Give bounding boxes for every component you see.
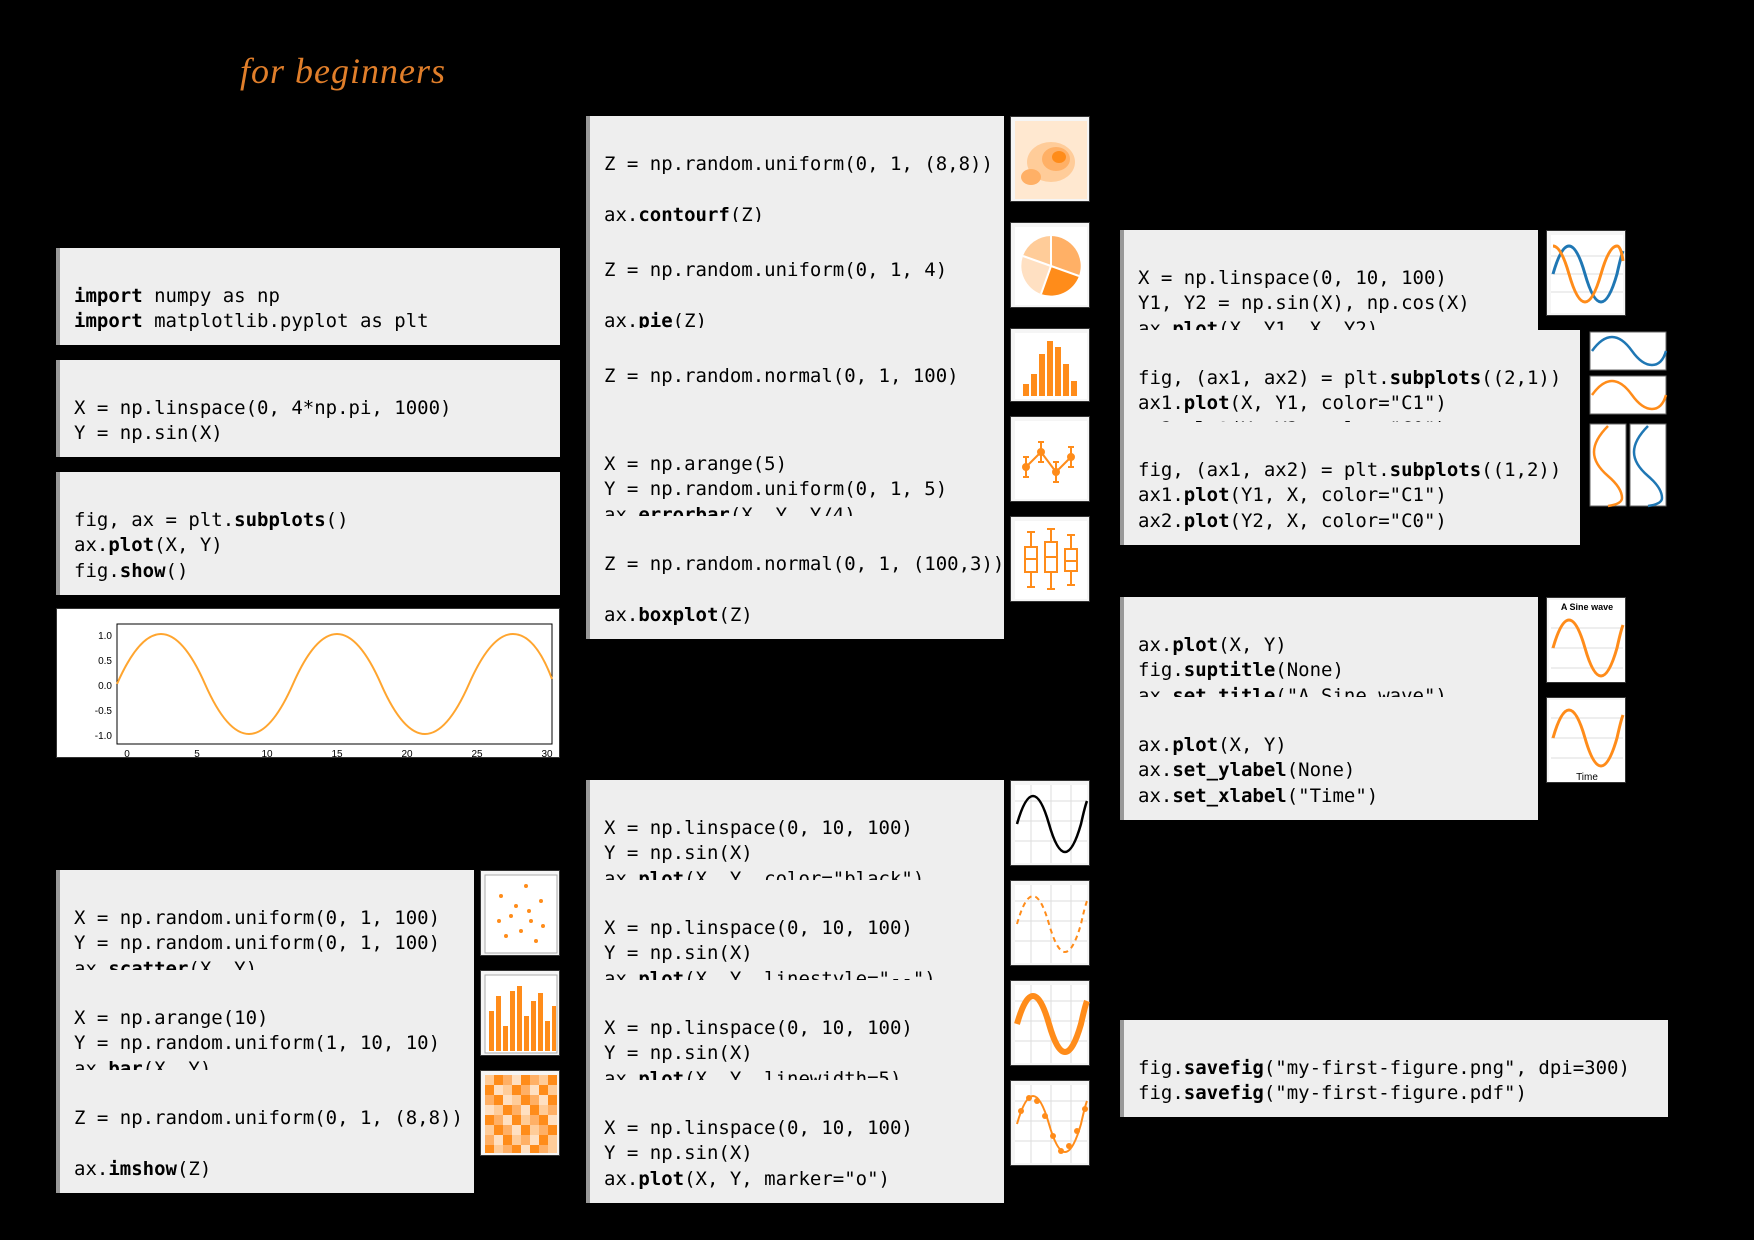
thumb-contourf bbox=[1010, 116, 1090, 202]
thumb-hist bbox=[1010, 328, 1090, 402]
thumb-linewidth bbox=[1010, 980, 1090, 1066]
thumb-marker bbox=[1010, 1080, 1090, 1166]
xtick: 5 bbox=[194, 749, 200, 759]
code-pie: Z = np.random.uniform(0, 1, 4) ax.pie(Z) bbox=[586, 222, 1004, 345]
thumb-xlabel: Time bbox=[1546, 697, 1626, 783]
code-subplots12: fig, (ax1, ax2) = plt.subplots((1,2)) ax… bbox=[1120, 422, 1580, 545]
thumb-plot2 bbox=[1546, 230, 1626, 316]
thumb-bar bbox=[480, 970, 560, 1056]
xtick: 0 bbox=[124, 749, 130, 759]
xtick: 15 bbox=[331, 749, 343, 759]
thumb-pie bbox=[1010, 222, 1090, 308]
thumb-color bbox=[1010, 780, 1090, 866]
ytick: -1.0 bbox=[95, 731, 113, 742]
code-boxplot: Z = np.random.normal(0, 1, (100,3)) ax.b… bbox=[586, 516, 1004, 639]
xtick: 30 bbox=[541, 749, 553, 759]
xtick: 10 bbox=[261, 749, 273, 759]
thumb-title-label: A Sine wave bbox=[1561, 602, 1613, 612]
thumb-xlabel-label: Time bbox=[1576, 772, 1598, 783]
xtick: 20 bbox=[401, 749, 413, 759]
code-imports: import numpy as np import matplotlib.pyp… bbox=[56, 248, 560, 345]
ytick: -0.5 bbox=[95, 706, 113, 717]
main-sine-plot: 1.0 0.5 0.0 -0.5 -1.0 0 5 10 15 20 25 30 bbox=[56, 608, 560, 758]
thumb-linestyle bbox=[1010, 880, 1090, 966]
thumb-subplots21 bbox=[1588, 330, 1668, 416]
code-save: fig.savefig("my-first-figure.png", dpi=3… bbox=[1120, 1020, 1668, 1117]
thumb-imshow bbox=[480, 1070, 560, 1156]
thumb-scatter bbox=[480, 870, 560, 956]
ytick: 0.0 bbox=[98, 681, 112, 692]
thumb-title: A Sine wave bbox=[1546, 597, 1626, 683]
thumb-subplots12 bbox=[1588, 422, 1668, 508]
thumb-boxplot bbox=[1010, 516, 1090, 602]
xtick: 25 bbox=[471, 749, 483, 759]
code-data: X = np.linspace(0, 4*np.pi, 1000) Y = np… bbox=[56, 360, 560, 457]
ytick: 1.0 bbox=[98, 631, 112, 642]
code-render: fig, ax = plt.subplots() ax.plot(X, Y) f… bbox=[56, 472, 560, 595]
title-subtitle: for beginners bbox=[240, 50, 446, 92]
code-imshow: Z = np.random.uniform(0, 1, (8,8)) ax.im… bbox=[56, 1070, 474, 1193]
ytick: 0.5 bbox=[98, 656, 112, 667]
thumb-errorbar bbox=[1010, 416, 1090, 502]
code-xlabel: ax.plot(X, Y) ax.set_ylabel(None) ax.set… bbox=[1120, 697, 1538, 820]
code-marker: X = np.linspace(0, 10, 100) Y = np.sin(X… bbox=[586, 1080, 1004, 1203]
code-contourf: Z = np.random.uniform(0, 1, (8,8)) ax.co… bbox=[586, 116, 1004, 239]
